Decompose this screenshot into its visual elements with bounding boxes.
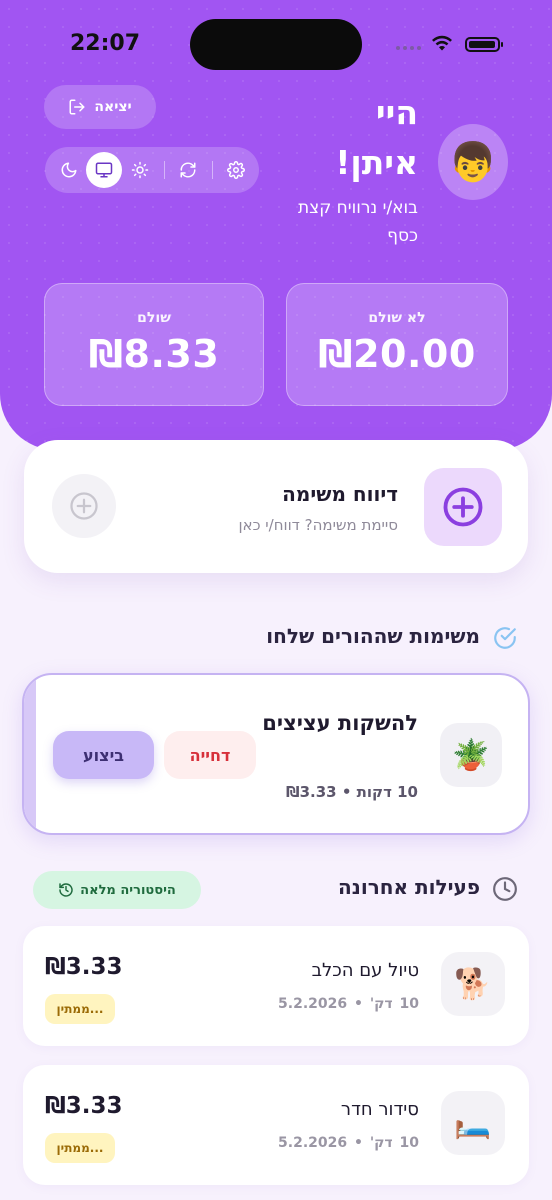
activity-meta: 10 דק' • 5.2.2026	[278, 996, 419, 1012]
logout-icon	[69, 99, 85, 115]
activity-date: 5.2.2026	[278, 996, 348, 1012]
activity-amount: ₪3.33	[45, 954, 123, 980]
history-icon	[59, 883, 73, 897]
monitor-icon	[95, 162, 113, 178]
full-history-label: היסטוריה מלאה	[80, 882, 176, 898]
toolbar-divider	[212, 161, 213, 179]
pending-status-badge: ממתין...	[45, 1133, 115, 1163]
sun-icon	[131, 161, 149, 179]
report-add-button[interactable]	[52, 474, 116, 538]
unpaid-value: ₪20.00	[318, 332, 476, 376]
check-circle-icon	[494, 627, 516, 649]
system-theme-button[interactable]	[86, 152, 122, 188]
activity-amount: ₪3.33	[45, 1093, 123, 1119]
plant-emoji: 🪴	[452, 737, 490, 773]
greeting-title-line2: איתן!	[335, 143, 418, 182]
wifi-icon	[432, 35, 452, 51]
parent-tasks-heading: משימות שההורים שלחו	[266, 624, 480, 648]
settings-button[interactable]	[220, 154, 252, 186]
report-task-icon-tile	[424, 468, 502, 546]
activity-meta: 10 דק' • 5.2.2026	[278, 1135, 419, 1151]
settings-toolbar	[45, 147, 259, 193]
activity-item[interactable]: 🛏️ סידור חדר 10 דק' • 5.2.2026 ₪3.33 ממת…	[23, 1065, 529, 1185]
avatar: 👦	[438, 124, 508, 200]
task-icon-tile: 🪴	[440, 723, 502, 787]
status-time: 22:07	[70, 31, 141, 56]
bed-emoji: 🛏️	[454, 1105, 492, 1141]
report-task-card[interactable]: דיווח משימה סיימת משימה? דווח/י כאן	[24, 440, 528, 573]
logout-label: יציאה	[94, 99, 132, 115]
full-history-button[interactable]: היסטוריה מלאה	[33, 871, 201, 909]
refresh-button[interactable]	[172, 154, 204, 186]
activity-item[interactable]: 🐕 טיול עם הכלב 10 דק' • 5.2.2026 ₪3.33 מ…	[23, 926, 529, 1046]
unpaid-label: לא שולם	[368, 310, 426, 326]
gear-icon	[227, 161, 245, 179]
plus-circle-icon	[443, 487, 483, 527]
moon-icon	[61, 162, 77, 178]
pending-status-badge: ממתין...	[45, 994, 115, 1024]
paid-value: ₪8.33	[88, 332, 220, 376]
task-title: להשקות עציצים	[262, 711, 418, 735]
meta-separator: •	[347, 996, 363, 1012]
battery-icon	[465, 37, 503, 52]
task-card: 🪴 להשקות עציצים 10 דקות • ₪3.33 דחייה בי…	[22, 673, 530, 835]
toolbar-divider	[164, 161, 165, 179]
clock-icon	[493, 877, 517, 901]
cellular-signal-icon	[396, 46, 421, 50]
activity-title: סידור חדר	[340, 1099, 419, 1120]
activity-title: טיול עם הכלב	[311, 960, 419, 981]
plus-circle-icon	[70, 492, 98, 520]
activity-icon-tile: 🐕	[441, 952, 505, 1016]
recent-activity-heading: פעילות אחרונה	[338, 875, 480, 899]
task-accent-bar	[24, 675, 36, 833]
logout-button[interactable]: יציאה	[44, 85, 156, 129]
greeting: היי איתן! בוא/י נרוויח קצת כסף	[280, 88, 418, 250]
activity-duration: 10 דק'	[369, 996, 419, 1012]
avatar-emoji: 👦	[449, 139, 497, 184]
activity-date: 5.2.2026	[278, 1135, 348, 1151]
dynamic-island	[190, 19, 362, 70]
meta-separator: •	[347, 1135, 363, 1151]
report-task-subtitle: סיימת משימה? דווח/י כאן	[238, 516, 398, 534]
dog-emoji: 🐕	[454, 966, 492, 1002]
greeting-subtitle: בוא/י נרוויח קצת כסף	[297, 198, 418, 246]
activity-duration: 10 דק'	[369, 1135, 419, 1151]
unpaid-stat-card: לא שולם ₪20.00	[286, 283, 508, 406]
refresh-icon	[180, 162, 196, 178]
postpone-button[interactable]: דחייה	[164, 731, 256, 779]
dark-theme-button[interactable]	[53, 154, 85, 186]
task-meta: 10 דקות • ₪3.33	[286, 783, 418, 801]
report-task-title: דיווח משימה	[282, 482, 398, 506]
activity-icon-tile: 🛏️	[441, 1091, 505, 1155]
paid-label: שולם	[137, 310, 171, 326]
paid-stat-card: שולם ₪8.33	[44, 283, 264, 406]
do-task-button[interactable]: ביצוע	[53, 731, 154, 779]
light-theme-button[interactable]	[124, 154, 156, 186]
greeting-title-line1: היי	[375, 93, 418, 132]
